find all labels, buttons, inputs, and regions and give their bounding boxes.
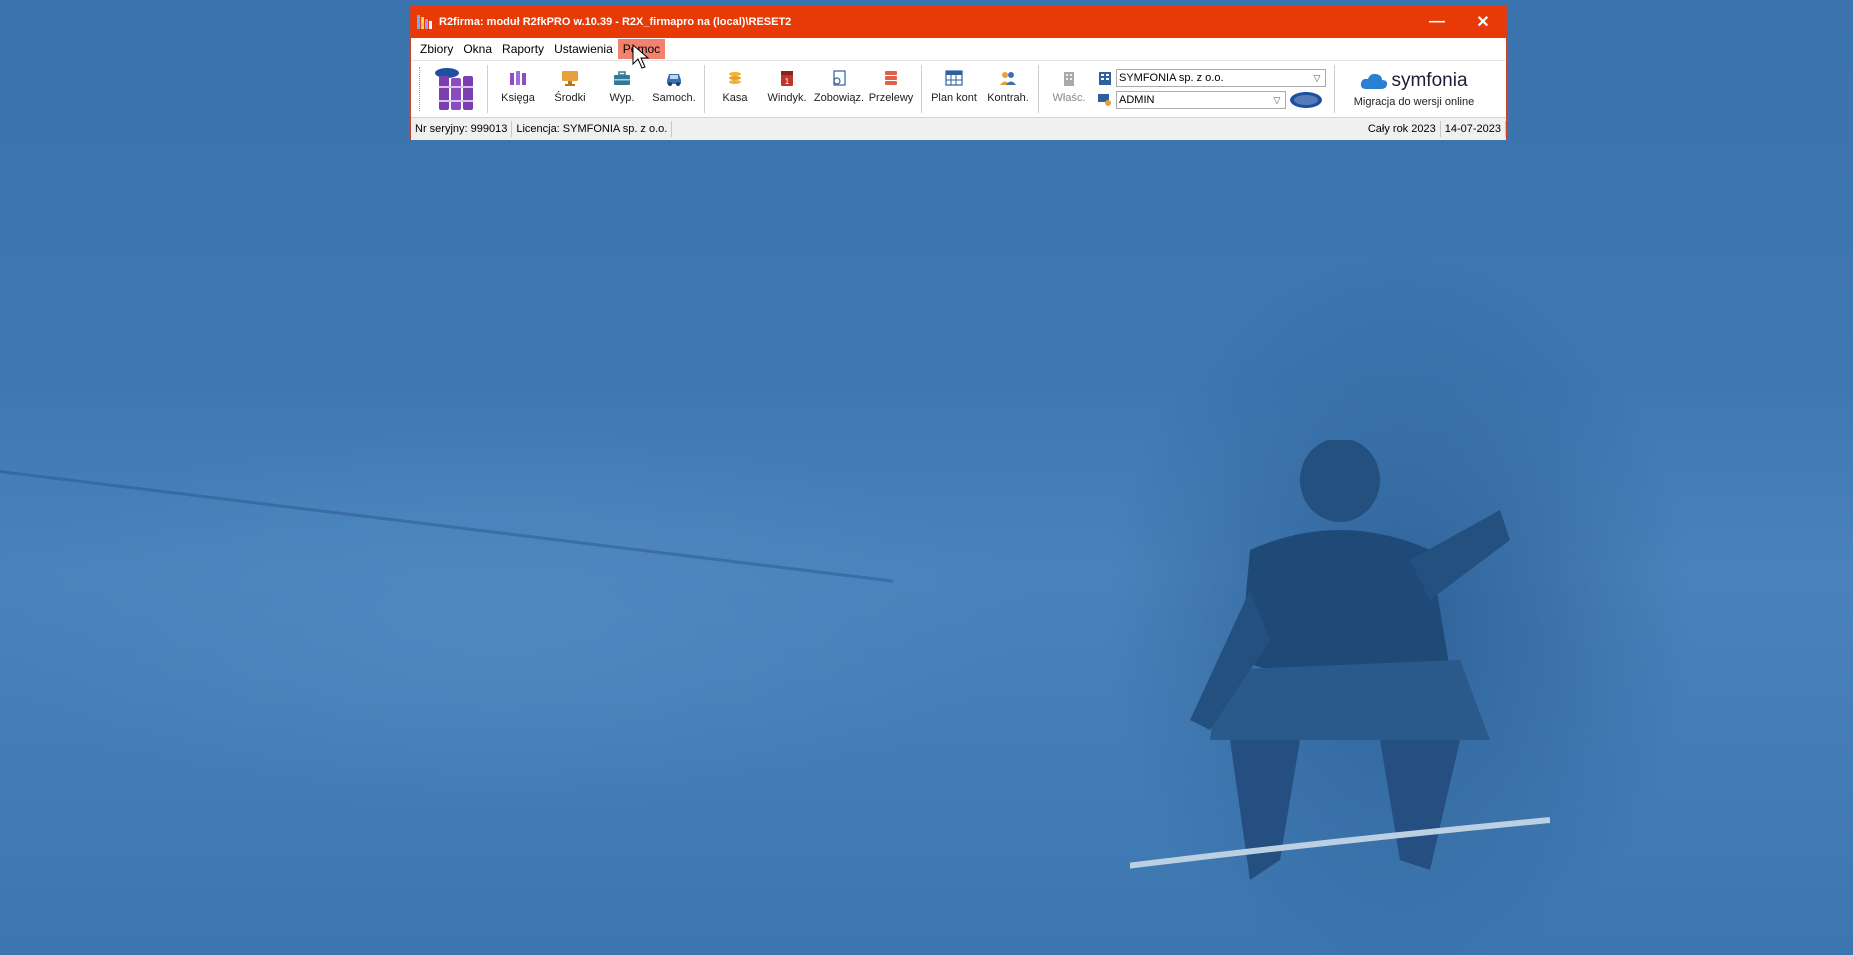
wlasc-button[interactable]: Właśc. [1043, 61, 1095, 117]
table-icon [945, 70, 963, 86]
surfer-image [1130, 440, 1550, 880]
svg-text:1: 1 [785, 77, 790, 86]
close-button[interactable]: ✕ [1460, 6, 1506, 38]
window-title: R2firma: moduł R2fkPRO w.10.39 - R2X_fir… [439, 16, 792, 28]
symfonia-promo[interactable]: symfonia Migracja do wersji online [1339, 61, 1489, 117]
cloud-icon [1361, 73, 1388, 89]
selectors: SYMFONIA sp. z o.o. ▽ ADMIN ▽ [1095, 61, 1330, 117]
ksiega-label: Księga [501, 92, 535, 104]
plan-kont-label: Plan kont [931, 92, 977, 104]
books-icon [510, 71, 526, 85]
user-select[interactable]: ADMIN ▽ [1116, 91, 1286, 109]
toolbox-icon [614, 71, 630, 85]
transfer-icon [885, 71, 897, 85]
status-date: 14-07-2023 [1441, 121, 1506, 137]
user-value: ADMIN [1119, 94, 1155, 106]
car-icon [667, 74, 681, 86]
kasa-button[interactable]: Kasa [709, 61, 761, 117]
menu-ustawienia[interactable]: Ustawienia [549, 39, 618, 59]
monitor-icon [562, 71, 578, 86]
coins-icon [729, 72, 741, 84]
status-serial: Nr seryjny: 999013 [411, 121, 513, 137]
wlasc-label: Właśc. [1052, 92, 1086, 104]
contacts-icon [1000, 72, 1016, 85]
kasa-label: Kasa [722, 92, 748, 104]
rewizor-logo-icon[interactable] [1289, 91, 1323, 109]
menu-zbiory[interactable]: Zbiory [415, 39, 458, 59]
menu-raporty[interactable]: Raporty [497, 39, 549, 59]
przelewy-button[interactable]: Przelewy [865, 61, 917, 117]
windyk-button[interactable]: 1 Windyk. [761, 61, 813, 117]
chevron-down-icon[interactable]: ▽ [1309, 73, 1325, 84]
plan-kont-button[interactable]: Plan kont [926, 61, 982, 117]
minimize-button[interactable]: — [1414, 6, 1460, 38]
wyp-label: Wyp. [609, 92, 635, 104]
samoch-label: Samoch. [652, 92, 696, 104]
app-window[interactable]: R2firma: moduł R2fkPRO w.10.39 - R2X_fir… [410, 5, 1507, 140]
company-select[interactable]: SYMFONIA sp. z o.o. ▽ [1116, 69, 1326, 87]
status-bar: Nr seryjny: 999013 Licencja: SYMFONIA sp… [411, 117, 1506, 140]
user-icon [1098, 94, 1111, 106]
toolbar-separator [1038, 65, 1039, 113]
wave-line [0, 470, 894, 583]
windyk-label: Windyk. [767, 92, 807, 104]
company-icon [1099, 72, 1111, 85]
symfonia-brand: symfonia [1391, 70, 1468, 91]
kontrah-label: Kontrah. [987, 92, 1029, 104]
srodki-label: Środki [554, 92, 586, 104]
company-value: SYMFONIA sp. z o.o. [1119, 72, 1224, 84]
status-period: Cały rok 2023 [1364, 121, 1441, 137]
samoch-button[interactable]: Samoch. [648, 61, 700, 117]
chevron-down-icon[interactable]: ▽ [1269, 95, 1285, 106]
zobowiaz-button[interactable]: Zobowiąz. [813, 61, 865, 117]
toolbar-grip[interactable] [419, 67, 423, 111]
app-icon [417, 15, 432, 29]
toolbar-separator [704, 65, 705, 113]
menu-bar: Zbiory Okna Raporty Ustawienia Pomoc [411, 38, 1506, 61]
menu-okna[interactable]: Okna [458, 39, 497, 59]
toolbar-separator [921, 65, 922, 113]
status-license: Licencja: SYMFONIA sp. z o.o. [512, 121, 673, 137]
przelewy-label: Przelewy [868, 92, 914, 104]
books-logo-icon[interactable] [429, 61, 483, 117]
promo-text: Migracja do wersji online [1353, 96, 1475, 108]
calendar-icon: 1 [781, 71, 793, 86]
zobowiaz-label: Zobowiąz. [813, 92, 865, 104]
toolbar-separator [1334, 65, 1335, 113]
building-icon [1064, 72, 1074, 86]
srodki-button[interactable]: Środki [544, 61, 596, 117]
toolbar-separator [487, 65, 488, 113]
document-icon [833, 70, 846, 86]
ksiega-button[interactable]: Księga [492, 61, 544, 117]
title-bar[interactable]: R2firma: moduł R2fkPRO w.10.39 - R2X_fir… [411, 6, 1506, 38]
toolbar: Księga Środki Wyp. Samoch. Kasa 1 Windyk… [411, 61, 1506, 117]
kontrah-button[interactable]: Kontrah. [982, 61, 1034, 117]
mouse-cursor-icon [632, 44, 650, 69]
